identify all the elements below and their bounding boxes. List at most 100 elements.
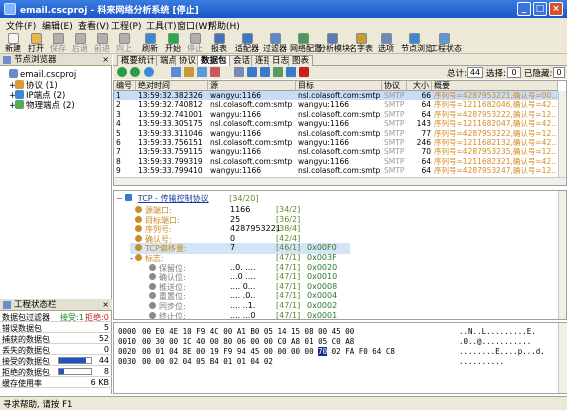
play-icon[interactable]	[117, 67, 127, 77]
table-cell-time: 13:59:33.799319	[138, 156, 203, 166]
column-header[interactable]: 大小	[407, 81, 432, 91]
tree-item[interactable]: + 物理端点 (2)	[9, 99, 75, 111]
toolbar-icon-1[interactable]	[171, 67, 181, 77]
hex-offset: 0030	[118, 357, 137, 366]
project-status-close-icon[interactable]: ×	[102, 299, 109, 311]
menu-help[interactable]: 帮助(H)	[208, 19, 240, 32]
toolbar-icon-5[interactable]	[234, 67, 244, 77]
column-header[interactable]: 源	[208, 81, 296, 91]
column-header[interactable]: 协议	[382, 81, 407, 91]
column-header[interactable]: 编号	[114, 81, 136, 91]
menu-project[interactable]: 工程(P)	[111, 19, 141, 32]
decode-root-range: [34/20]	[229, 194, 259, 203]
table-row[interactable]: 4 13:59:33.305175 nsl.colasoft.com:smtp wan…	[114, 119, 566, 129]
toolbar-button-report[interactable]: 报表	[208, 33, 230, 54]
toolbar-button-adapter[interactable]: 适配器	[235, 33, 259, 54]
toolbar-icon-7[interactable]	[260, 67, 270, 77]
decode-field-range: [47/1]	[276, 301, 301, 310]
hex-bytes[interactable]: 00 00 02 04 05 B4 01 01 04 02	[142, 357, 273, 366]
table-row[interactable]: 1 13:59:32.382326 wangyu:1166 nsl.colasoft.…	[114, 91, 566, 100]
tree-node-icon	[15, 100, 24, 109]
status-row: 捕获的数据包 52	[0, 333, 112, 344]
table-cell-time: 13:59:32.741001	[138, 109, 203, 119]
tab-view[interactable]: 概要统计	[117, 55, 160, 66]
menu-file[interactable]: 文件(F)	[6, 19, 36, 32]
table-row[interactable]: 8 13:59:33.799319 nsl.colasoft.com:smtp wan…	[114, 156, 566, 166]
column-header[interactable]: 目标	[296, 81, 382, 91]
menu-tools[interactable]: 工具(T)	[146, 19, 177, 32]
toolbar-button-analysis-module[interactable]: 分析模块	[318, 33, 350, 54]
tab-view[interactable]: 数据包	[197, 55, 231, 66]
decode-vscroll[interactable]	[558, 191, 566, 319]
minimize-button[interactable]: _	[517, 2, 531, 16]
toolbar-icon-10[interactable]	[299, 67, 309, 77]
toolbar-button-start[interactable]: 开始	[163, 33, 183, 54]
toolbar-button-open[interactable]: 打开	[26, 33, 46, 54]
toolbar-icon-4[interactable]	[210, 67, 220, 77]
decode-field[interactable]: 终止位:	[144, 311, 186, 319]
toolbar-button-filter[interactable]: 过滤器	[262, 33, 288, 54]
hex-bytes[interactable]: 00 E0 4E 10 F9 4C 00 A1 B0 05 14 15 08 0…	[142, 327, 354, 336]
table-row[interactable]: 2 13:59:32.740812 nsl.colasoft.com:smtp wan…	[114, 100, 566, 109]
field-icon	[149, 273, 156, 281]
table-row[interactable]: 5 13:59:33.311046 wangyu:1166 nsl.colasoft.…	[114, 129, 566, 138]
table-cell-time: 13:59:33.756151	[138, 138, 203, 147]
toolbar: 新建 打开 保存 后退 前进 向上 刷新 开始 停止 报表 适配器 过滤器 网络配置 分析模块 名字表 选项节…	[0, 32, 567, 54]
left-pane: 节点浏览器 × email.cscproj + 协议 (1) + IP端点 (2) + 物理…	[0, 54, 112, 394]
toolbar-button-project-status[interactable]: 工程状态	[430, 33, 462, 54]
table-hscroll[interactable]	[114, 177, 566, 185]
toolbar-button-node-browse[interactable]: 节点浏览	[401, 33, 433, 54]
node-browser-header: 节点浏览器 ×	[0, 54, 112, 66]
menu-edit[interactable]: 编辑(E)	[42, 19, 73, 32]
hex-bytes-text: 00 01 04 8E 00 19 F9 94 45 00 00 00 00	[142, 347, 319, 356]
node-browse-icon	[408, 33, 420, 44]
toolbar-icon-2[interactable]	[184, 67, 194, 77]
column-header[interactable]: 概要	[432, 81, 558, 91]
toolbar-button-name-table[interactable]: 名字表	[349, 33, 373, 54]
toolbar-icon-6[interactable]	[247, 67, 257, 77]
table-cell-no: 9	[116, 166, 121, 176]
menu-view[interactable]: 查看(V)	[78, 19, 109, 32]
toolbar-icon-8[interactable]	[273, 67, 283, 77]
tab-view[interactable]: 图表	[288, 55, 314, 66]
project-status-title: 工程状态栏	[14, 300, 57, 310]
toolbar-icon-3[interactable]	[197, 67, 207, 77]
toolbar-button-save[interactable]: 保存	[48, 33, 68, 54]
play-all-icon[interactable]	[130, 67, 140, 77]
column-header[interactable]: 绝对时间	[136, 81, 208, 91]
field-icon	[149, 292, 156, 300]
toolbar-button-new[interactable]: 新建	[3, 33, 23, 54]
maximize-button[interactable]: □	[533, 2, 547, 16]
hex-view: 0000 00 E0 4E 10 F9 4C 00 A1 B0 05 14 15 …	[113, 322, 567, 394]
toolbar-button-back[interactable]: 后退	[70, 33, 90, 54]
decode-field-range: [38/4]	[276, 224, 301, 234]
hex-bytes[interactable]: 00 01 04 8E 00 19 F9 94 45 00 00 00 00 7…	[142, 347, 395, 356]
toolbar-button-network-config[interactable]: 网络配置	[290, 33, 322, 54]
table-vscroll[interactable]	[558, 91, 566, 177]
toolbar-button-options[interactable]: 选项	[376, 33, 396, 54]
toolbar-button-forward[interactable]: 前进	[92, 33, 112, 54]
table-cell-dst: nsl.colasoft.com:smtp	[298, 166, 381, 176]
close-button[interactable]: ×	[549, 2, 563, 16]
node-browser-close-icon[interactable]: ×	[102, 54, 109, 66]
hex-bytes[interactable]: 00 30 00 1C 40 00 80 06 00 00 C0 A8 01 0…	[142, 337, 354, 346]
table-row[interactable]: 6 13:59:33.756151 nsl.colasoft.com:smtp wan…	[114, 138, 566, 147]
tree-node-icon	[15, 80, 24, 89]
decode-field-value: .... 0...	[230, 281, 256, 291]
refresh-icon[interactable]	[144, 67, 154, 77]
toolbar-button-stop[interactable]: 停止	[185, 33, 205, 54]
table-row[interactable]: 9 13:59:33.799410 wangyu:1166 nsl.colasoft.…	[114, 166, 566, 176]
table-row[interactable]: 3 13:59:32.741001 wangyu:1166 nsl.colasoft.…	[114, 109, 566, 119]
table-cell-dst: nsl.colasoft.com:smtp	[298, 147, 381, 157]
table-row[interactable]: 7 13:59:33.759115 wangyu:1166 nsl.colasoft.…	[114, 147, 566, 157]
table-cell-no: 4	[116, 119, 121, 129]
hex-ascii: .0..@...........	[459, 337, 532, 346]
decode-root[interactable]: − TCP - 传输控制协议 [34/20]	[116, 193, 258, 204]
toolbar-button-up[interactable]: 向上	[114, 33, 134, 54]
hex-vscroll[interactable]	[558, 323, 567, 393]
toolbar-button-refresh[interactable]: 刷新	[140, 33, 160, 54]
toolbar-icon-9[interactable]	[286, 67, 296, 77]
table-cell-dst: nsl.colasoft.com:smtp	[298, 91, 381, 100]
menu-window[interactable]: 窗口(W)	[177, 19, 211, 32]
status-row-label: 缓存使用率	[2, 379, 42, 388]
